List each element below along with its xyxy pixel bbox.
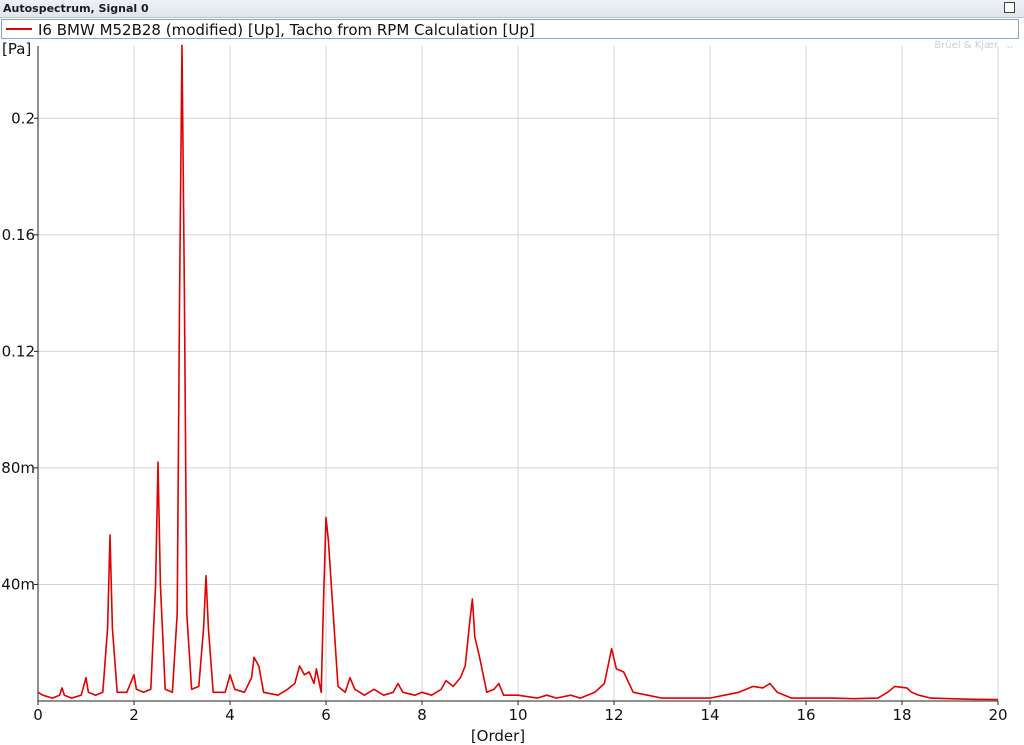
autospectrum-chart[interactable]: 0 2 4 6 8 10 12 14 16 18 20 40m 80m 0.12 0.16 0.2 [Order… [0,0,1024,745]
x-tick-label: 12 [604,706,623,724]
y-tick-label: 0.12 [2,342,35,360]
x-tick-label: 18 [892,706,911,724]
x-tick-label: 0 [33,706,43,724]
y-tick-label: 80m [1,459,35,477]
y-tick-label: 0.16 [2,226,35,244]
x-tick-label: 6 [321,706,331,724]
x-tick-label: 8 [417,706,427,724]
y-tick-label: 40m [1,575,35,593]
x-tick-label: 20 [988,706,1007,724]
x-tick-label: 4 [225,706,235,724]
y-tick-label: 0.2 [11,109,35,127]
x-tick-label: 16 [796,706,815,724]
y-axis-label: [Pa] [2,40,31,58]
x-tick-label: 2 [129,706,139,724]
x-tick-label: 14 [700,706,719,724]
x-axis-label: [Order] [471,727,525,745]
x-tick-label: 10 [508,706,527,724]
